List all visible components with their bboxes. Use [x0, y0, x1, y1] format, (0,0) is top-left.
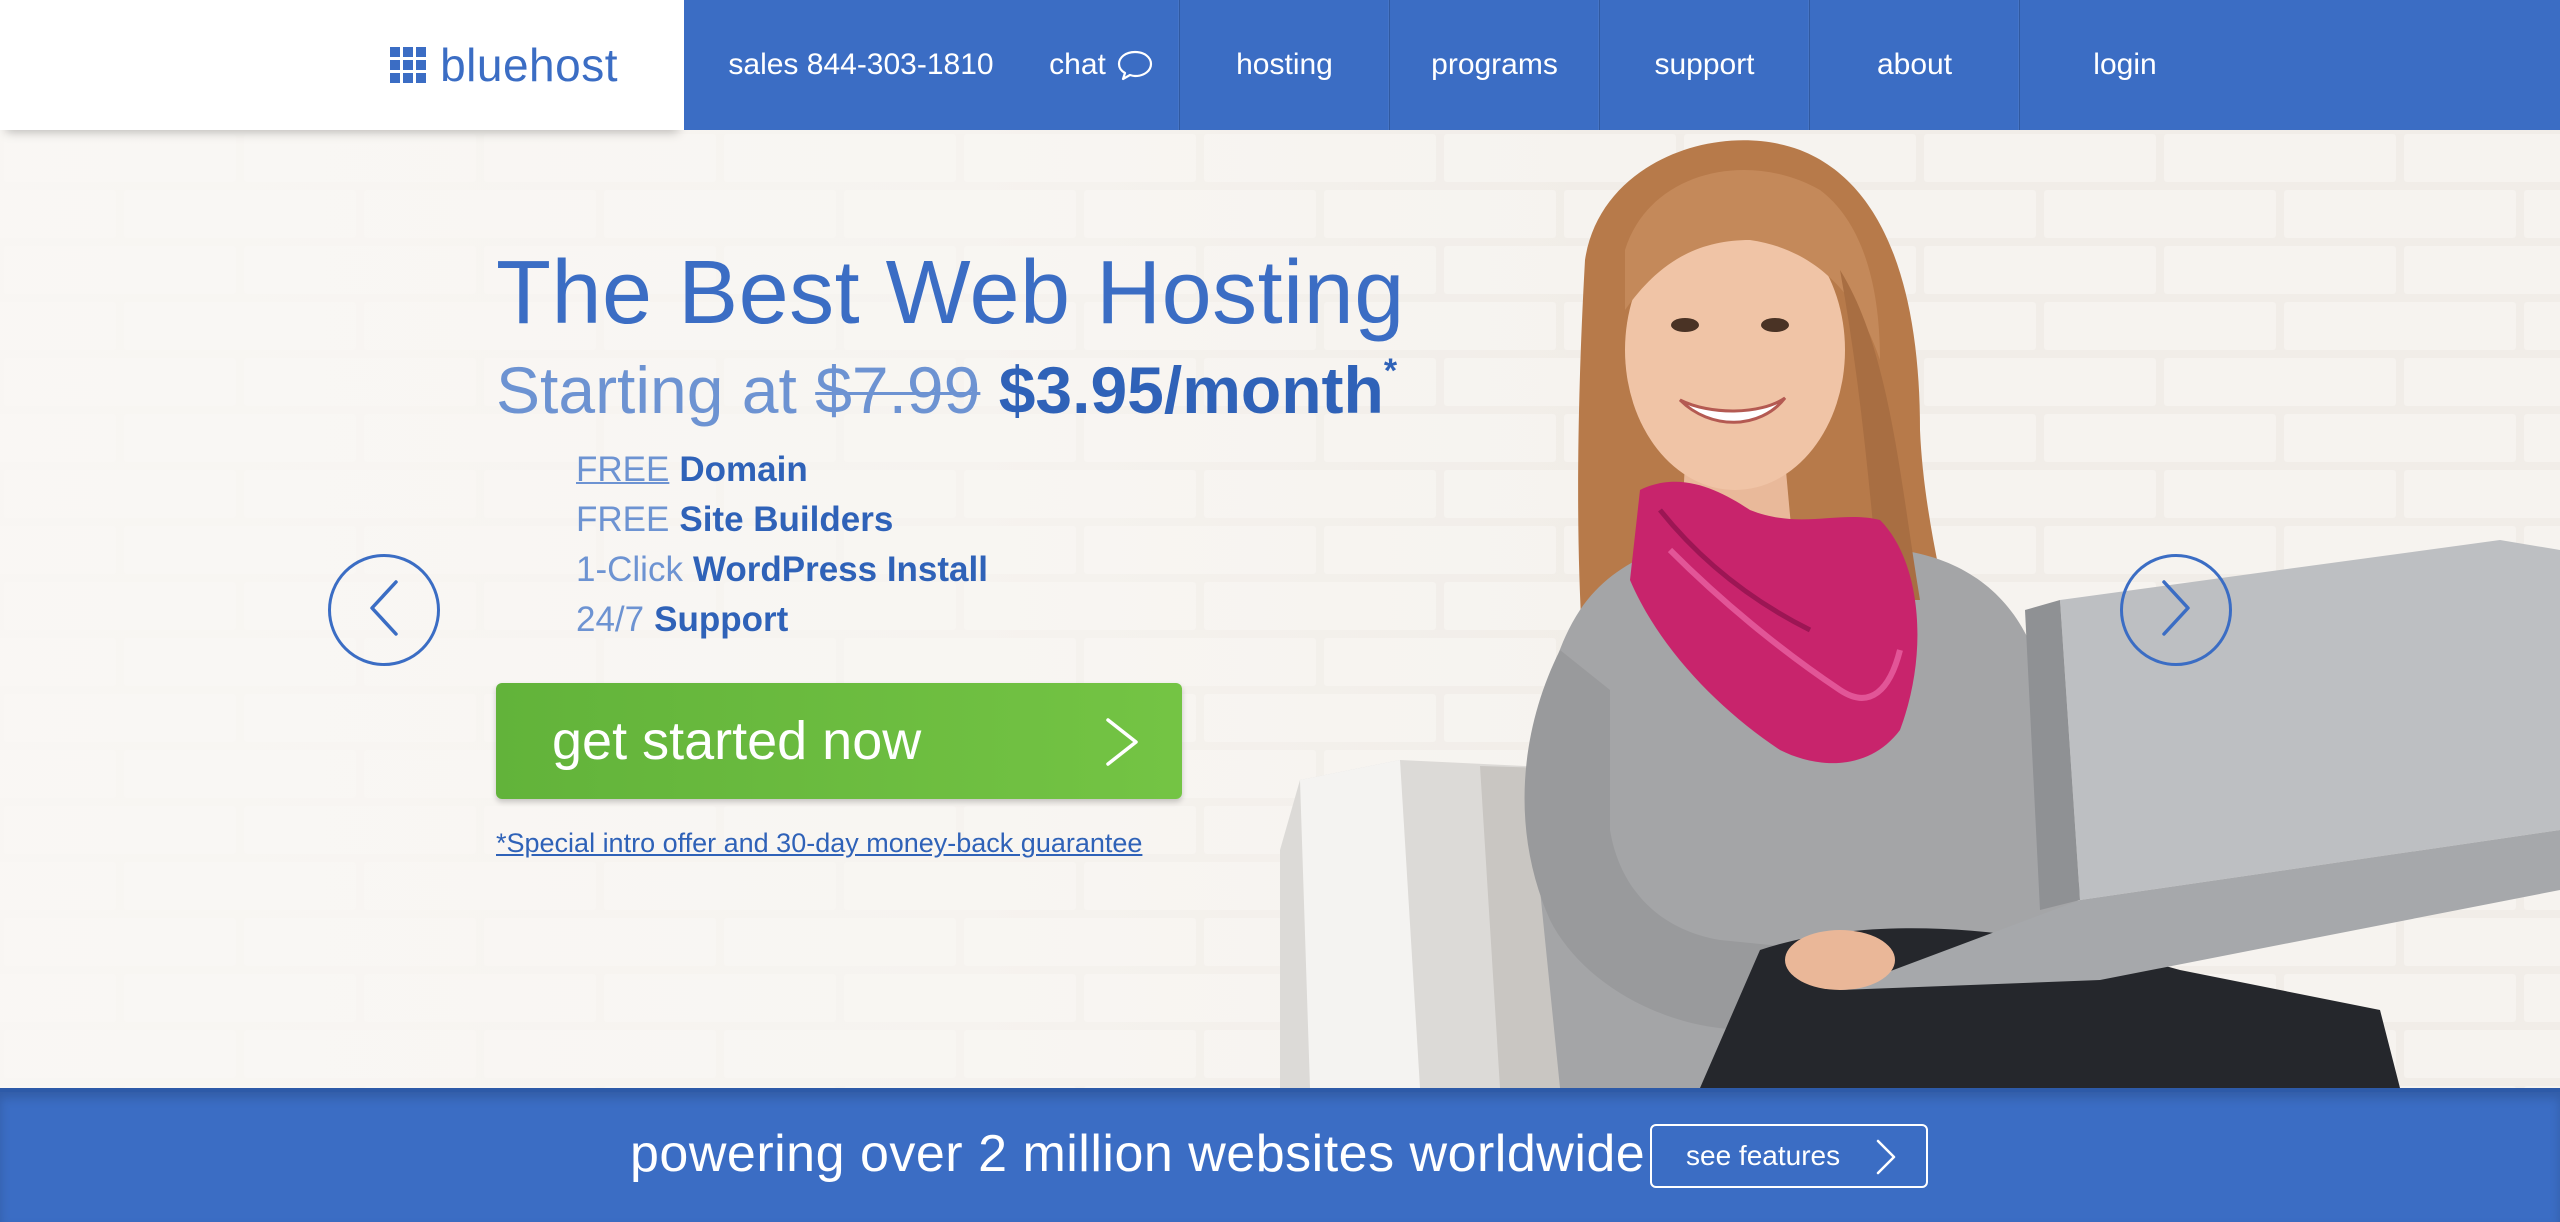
nav-programs[interactable]: programs [1390, 0, 1600, 130]
feature-list: FREE Domain FREE Site Builders 1-Click Word… [576, 450, 988, 650]
old-price: $7.99 [815, 353, 981, 427]
nav-support[interactable]: support [1600, 0, 1810, 130]
feature-bold: Domain [679, 450, 808, 489]
feature-bold: Site Builders [679, 500, 894, 539]
hero-section: The Best Web Hosting Starting at $7.99 $… [0, 130, 2560, 1088]
feature-item: 1-Click WordPress Install [576, 550, 988, 600]
new-price: $3.95/month [998, 353, 1384, 427]
feature-bold: Support [654, 600, 789, 639]
feature-light: 24/7 [576, 600, 645, 639]
stats-banner: powering over 2 million websites worldwi… [0, 1088, 2560, 1222]
get-started-button[interactable]: get started now [496, 683, 1182, 799]
chevron-right-icon [2156, 578, 2196, 643]
site-header: bluehost sales 844-303-1810 chat hosting… [0, 0, 2560, 130]
hero-pricing: Starting at $7.99 $3.95/month* [496, 352, 1397, 428]
feature-bold: WordPress Install [692, 550, 988, 589]
grid-logo-icon [390, 47, 427, 83]
logo-text: bluehost [440, 39, 618, 91]
hero-title: The Best Web Hosting [496, 243, 1405, 343]
offer-disclaimer-link[interactable]: *Special intro offer and 30-day money-ba… [496, 828, 1142, 859]
feature-light-link[interactable]: FREE [576, 450, 669, 489]
feature-light: FREE [576, 500, 670, 539]
carousel-next-button[interactable] [2120, 554, 2232, 666]
get-started-label: get started now [552, 711, 922, 771]
chevron-right-icon [1874, 1139, 1898, 1182]
nav-hosting[interactable]: hosting [1180, 0, 1390, 130]
see-features-label: see features [1686, 1140, 1841, 1171]
banner-text: powering over 2 million websites worldwi… [630, 1125, 1646, 1183]
logo-link[interactable]: bluehost [0, 0, 684, 130]
price-asterisk: * [1383, 352, 1398, 390]
chevron-left-icon [364, 578, 404, 643]
chevron-right-icon [1102, 717, 1142, 779]
see-features-button[interactable]: see features [1650, 1124, 1928, 1188]
nav-sales-phone[interactable]: sales 844-303-1810 [684, 0, 1024, 130]
carousel-prev-button[interactable] [328, 554, 440, 666]
nav-chat[interactable]: chat [1024, 0, 1180, 130]
feature-item: 24/7 Support [576, 600, 988, 650]
nav-about[interactable]: about [1810, 0, 2020, 130]
speech-bubble-icon [1116, 49, 1154, 81]
feature-item: FREE Domain [576, 450, 988, 500]
feature-light: 1-Click [576, 550, 683, 589]
pricing-prefix: Starting at [496, 353, 797, 427]
hero-photo-woman-with-laptop [1280, 140, 2560, 1088]
main-nav: sales 844-303-1810 chat hosting programs… [684, 0, 2560, 130]
nav-login[interactable]: login [2020, 0, 2230, 130]
feature-item: FREE Site Builders [576, 500, 988, 550]
nav-chat-label: chat [1049, 48, 1106, 81]
